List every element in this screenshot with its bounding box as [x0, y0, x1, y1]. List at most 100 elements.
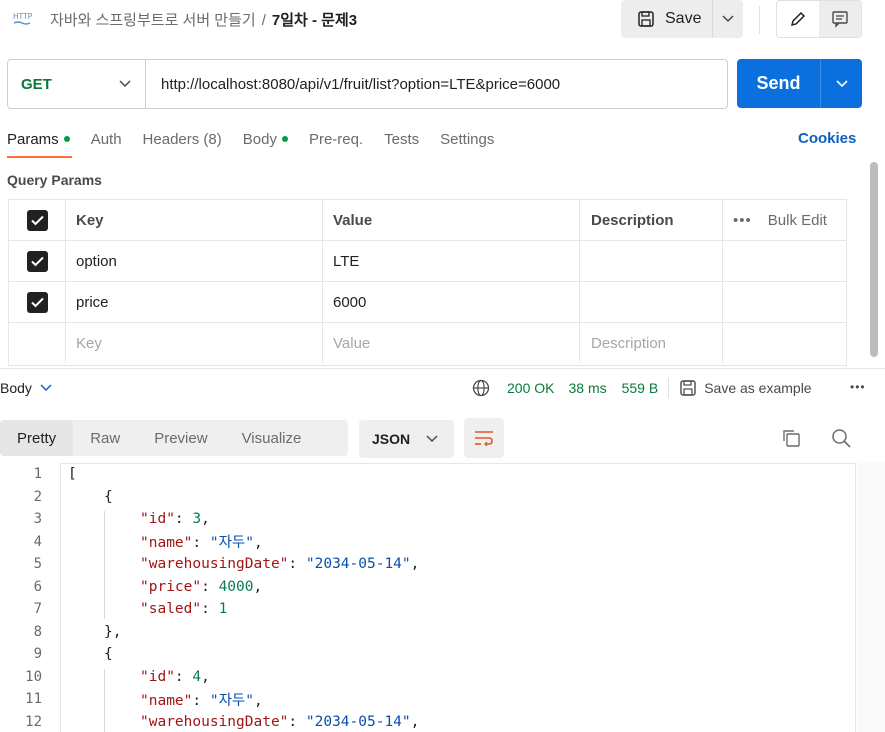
- checkbox[interactable]: [26, 209, 48, 231]
- response-code-editor[interactable]: 1[2{3 "id": 3, 4 "name": "자두", 5 "warehousing…: [0, 463, 856, 732]
- response-body-select[interactable]: Body: [0, 380, 52, 396]
- line-number: 1: [33, 466, 42, 483]
- active-tab-underline: [7, 156, 72, 158]
- response-time[interactable]: 38 ms: [568, 380, 606, 396]
- json-key: "price": [140, 578, 202, 595]
- pane-divider[interactable]: [0, 368, 885, 369]
- format-label: JSON: [372, 431, 411, 447]
- line-number: 8: [33, 623, 42, 640]
- line-number: 10: [25, 668, 42, 685]
- line-number: 6: [33, 578, 42, 595]
- table-row: price 6000: [9, 282, 846, 323]
- editor-scroll-track[interactable]: [857, 463, 885, 732]
- chevron-down-icon: [40, 384, 52, 392]
- tab-preview[interactable]: Preview: [137, 420, 224, 456]
- response-size[interactable]: 559 B: [622, 380, 659, 396]
- query-params-title: Query Params: [7, 172, 102, 188]
- edit-button[interactable]: [777, 1, 819, 37]
- select-all-cell[interactable]: [9, 200, 66, 240]
- json-key: "warehousingDate": [140, 713, 289, 730]
- new-description-input[interactable]: Description: [580, 323, 723, 363]
- response-body-label: Body: [0, 380, 32, 396]
- code-text: {: [104, 646, 113, 663]
- code-text: "price": 4000,: [140, 578, 263, 595]
- send-dropdown-button[interactable]: [821, 59, 862, 108]
- status-code[interactable]: 200 OK: [507, 380, 554, 396]
- save-dropdown-button[interactable]: [713, 0, 743, 38]
- format-select[interactable]: JSON: [359, 420, 454, 458]
- tab-body[interactable]: Body: [243, 130, 288, 148]
- code-text: "name": "자두",: [140, 692, 263, 709]
- send-group: Send: [737, 59, 862, 108]
- breadcrumb-collection[interactable]: 자바와 스프링부트로 서버 만들기: [50, 12, 256, 29]
- tab-headers[interactable]: Headers (8): [143, 130, 222, 148]
- json-key: "warehousingDate": [140, 556, 289, 573]
- save-group: Save: [621, 0, 743, 38]
- breadcrumb-request-name[interactable]: 7일차 - 문제3: [272, 12, 357, 29]
- row-checkbox-cell[interactable]: [9, 241, 66, 281]
- param-value-cell[interactable]: LTE: [323, 241, 580, 281]
- param-description-cell[interactable]: [580, 282, 723, 322]
- more-icon[interactable]: •••: [733, 212, 752, 229]
- json-value: 3: [192, 511, 202, 528]
- wrap-lines-icon: [475, 431, 493, 446]
- tab-raw[interactable]: Raw: [73, 420, 137, 456]
- tab-params[interactable]: Params: [7, 130, 70, 148]
- params-table: Key Value Description ••• Bulk Edit opti…: [8, 199, 847, 366]
- row-checkbox-cell: [9, 323, 66, 363]
- chevron-down-icon: [119, 80, 131, 88]
- code-line: 7 "saled": 1: [0, 598, 840, 621]
- param-key-cell[interactable]: option: [66, 241, 323, 281]
- save-button[interactable]: Save: [621, 0, 713, 38]
- code-text: "id": 4,: [140, 668, 210, 685]
- method-select[interactable]: GET: [8, 60, 146, 108]
- header-divider: [759, 6, 760, 34]
- code-line: 1[: [0, 463, 840, 486]
- tab-prereq[interactable]: Pre-req.: [309, 130, 363, 148]
- checkbox[interactable]: [26, 291, 48, 313]
- indicator-dot: [281, 136, 288, 142]
- param-description-cell[interactable]: [580, 241, 723, 281]
- response-status-bar: 200 OK 38 ms 559 B Save as example: [472, 378, 812, 398]
- cookies-link[interactable]: Cookies: [798, 130, 856, 147]
- code-text: "warehousingDate": "2034-05-14",: [140, 713, 420, 730]
- new-value-input[interactable]: Value: [323, 323, 580, 363]
- tab-visualize[interactable]: Visualize: [225, 420, 319, 456]
- wrap-lines-button[interactable]: [464, 418, 504, 458]
- column-header-value: Value: [323, 200, 580, 240]
- code-line: 9{: [0, 643, 840, 666]
- param-value-cell[interactable]: 6000: [323, 282, 580, 322]
- tab-pretty[interactable]: Pretty: [0, 420, 74, 456]
- bulk-edit-label: Bulk Edit: [767, 211, 827, 229]
- line-number: 7: [33, 601, 42, 618]
- param-key-cell[interactable]: price: [66, 282, 323, 322]
- row-checkbox-cell[interactable]: [9, 282, 66, 322]
- json-value: "자두": [209, 535, 254, 552]
- send-button[interactable]: Send: [737, 59, 821, 108]
- new-key-input[interactable]: Key: [66, 323, 323, 363]
- checkbox[interactable]: [26, 250, 48, 272]
- url-bar: GET http://localhost:8080/api/v1/fruit/l…: [7, 59, 728, 109]
- svg-text:HTTP: HTTP: [13, 12, 33, 21]
- save-icon: [638, 11, 654, 27]
- code-line: 11 "name": "자두",: [0, 688, 840, 711]
- tab-tests[interactable]: Tests: [384, 130, 419, 148]
- copy-icon[interactable]: [781, 428, 801, 452]
- search-icon[interactable]: [831, 428, 851, 452]
- more-options-icon[interactable]: •••: [850, 380, 866, 394]
- save-icon: [680, 380, 696, 396]
- json-key: "id": [140, 668, 175, 685]
- code-line: 2{: [0, 486, 840, 509]
- tab-auth[interactable]: Auth: [91, 130, 122, 148]
- url-input[interactable]: http://localhost:8080/api/v1/fruit/list?…: [146, 76, 560, 93]
- comment-icon: [832, 11, 848, 28]
- line-number: 11: [25, 691, 42, 708]
- bulk-edit-button[interactable]: ••• Bulk Edit: [723, 200, 846, 240]
- vertical-scrollbar[interactable]: [870, 162, 878, 357]
- save-as-example-button[interactable]: Save as example: [679, 379, 812, 397]
- tab-settings[interactable]: Settings: [440, 130, 494, 148]
- line-number: 2: [33, 488, 42, 505]
- globe-icon[interactable]: [472, 379, 490, 397]
- comments-button[interactable]: [819, 1, 861, 37]
- json-key: "saled": [140, 601, 202, 618]
